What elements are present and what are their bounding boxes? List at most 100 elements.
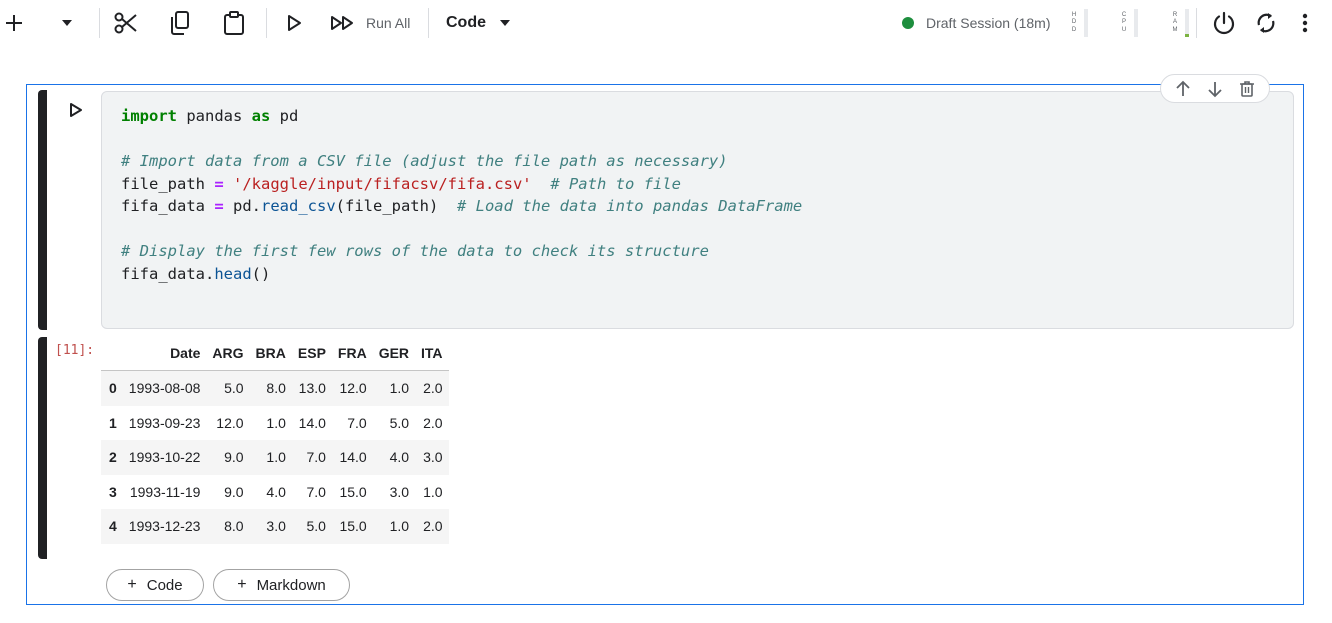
- delete-cell-button[interactable]: [1235, 77, 1259, 101]
- refresh-button[interactable]: [1252, 9, 1280, 37]
- chevron-down-icon: [500, 20, 510, 26]
- table-cell: 13.0: [298, 380, 326, 397]
- row-index: 0: [109, 380, 117, 397]
- row-index: 4: [109, 518, 117, 535]
- more-options-button[interactable]: [1294, 9, 1316, 37]
- dataframe-output: Date ARG BRA ESP FRA GER ITA 0 1993-08-0…: [101, 336, 449, 544]
- code-line-8: fifa_data.head(): [121, 264, 271, 283]
- table-row: 2 1993-10-22 9.0 1.0 7.0 14.0 4.0 3.0: [101, 440, 449, 475]
- plus-icon: +: [127, 576, 137, 593]
- move-down-icon: [1208, 81, 1222, 97]
- add-cell-button[interactable]: [2, 10, 26, 36]
- column-header: BRA: [249, 336, 292, 371]
- cell-type-select[interactable]: Code: [446, 9, 510, 37]
- row-index: 1: [109, 414, 117, 431]
- run-all-label: Run All: [366, 15, 411, 31]
- scissors-icon: [114, 12, 137, 34]
- move-cell-up-button[interactable]: [1171, 77, 1195, 101]
- code-token: =: [214, 197, 224, 215]
- play-icon: [288, 15, 301, 31]
- cell-input-collapser[interactable]: [38, 90, 47, 330]
- cpu-meter-label: CPU: [1121, 11, 1127, 33]
- table-cell: 7.0: [306, 449, 326, 466]
- table-cell: 9.0: [224, 449, 244, 466]
- run-cell-button[interactable]: [66, 100, 86, 120]
- execution-count: [11]:: [55, 343, 95, 358]
- table-cell: 15.0: [339, 483, 367, 500]
- table-cell: 3.0: [423, 449, 443, 466]
- add-code-cell-button[interactable]: + Code: [106, 569, 204, 601]
- column-header: [101, 336, 123, 371]
- run-cell-button[interactable]: [282, 11, 306, 35]
- session-status-dot: [902, 17, 914, 29]
- table-cell: 12.0: [339, 380, 367, 397]
- table-row: 1 1993-09-23 12.0 1.0 14.0 7.0 5.0 2.0: [101, 406, 449, 441]
- code-line-1: import pandas as pd: [121, 107, 299, 125]
- code-editor[interactable]: import pandas as pd # Import data from a…: [101, 91, 1294, 329]
- column-header: FRA: [331, 336, 373, 371]
- code-token: read_csv: [261, 197, 336, 215]
- table-cell: 1.0: [266, 449, 286, 466]
- code-token: '/kaggle/input/fifacsv/fifa.csv': [233, 174, 532, 193]
- session-status[interactable]: Draft Session (18m): [902, 11, 1050, 35]
- column-header: Date: [122, 336, 207, 371]
- hdd-meter-bar: [1084, 9, 1088, 37]
- fast-forward-icon: [331, 16, 353, 30]
- notebook-toolbar: Run All Code Draft Session (18m) HDD CPU…: [0, 0, 1332, 46]
- table-cell: 8.0: [266, 380, 286, 397]
- table-cell: 2.0: [423, 518, 443, 535]
- hdd-meter-label: HDD: [1071, 11, 1077, 33]
- add-markdown-cell-label: Markdown: [256, 576, 326, 594]
- more-vert-icon: [1302, 13, 1308, 33]
- code-line-3: # Import data from a CSV file (adjust th…: [121, 152, 728, 170]
- table-cell: 1993-11-19: [129, 483, 201, 500]
- table-cell: 9.0: [224, 483, 244, 500]
- column-header: ARG: [206, 336, 250, 371]
- table-cell: 1.0: [266, 414, 286, 431]
- copy-button[interactable]: [166, 9, 194, 37]
- code-token: as: [251, 107, 271, 125]
- cut-button[interactable]: [112, 9, 140, 37]
- cell-type-label: Code: [446, 14, 486, 31]
- add-cell-menu-button[interactable]: [56, 10, 78, 36]
- session-status-text: Draft Session (18m): [926, 15, 1051, 31]
- code-token: =: [214, 174, 224, 193]
- power-icon: [1213, 11, 1235, 35]
- power-button[interactable]: [1210, 9, 1238, 37]
- table-cell: 1.0: [423, 483, 443, 500]
- move-cell-down-button[interactable]: [1203, 77, 1227, 101]
- table-cell: 14.0: [339, 449, 367, 466]
- ram-meter[interactable]: RAM: [1171, 9, 1189, 37]
- code-source[interactable]: import pandas as pd # Import data from a…: [121, 105, 802, 285]
- copy-icon: [171, 11, 189, 35]
- ram-meter-fill: [1185, 34, 1189, 37]
- row-index: 2: [109, 449, 117, 466]
- cell-output-collapser[interactable]: [38, 337, 47, 559]
- code-token: # Path to file: [550, 174, 681, 193]
- table-cell: 5.0: [224, 380, 244, 397]
- delete-icon: [1240, 80, 1254, 97]
- hdd-meter[interactable]: HDD: [1070, 9, 1088, 37]
- table-row: 0 1993-08-08 5.0 8.0 13.0 12.0 1.0 2.0: [101, 370, 449, 406]
- table-cell: 1.0: [389, 380, 410, 397]
- dataframe-body: 0 1993-08-08 5.0 8.0 13.0 12.0 1.0 2.0 1…: [101, 370, 449, 544]
- table-cell: 1.0: [389, 518, 410, 535]
- cpu-meter-bar: [1134, 9, 1138, 37]
- cpu-meter[interactable]: CPU: [1120, 9, 1138, 37]
- table-row: 3 1993-11-19 9.0 4.0 7.0 15.0 3.0 1.0: [101, 475, 449, 510]
- table-cell: 7.0: [347, 414, 367, 431]
- table-cell: 1993-12-23: [128, 518, 201, 535]
- paste-button[interactable]: [220, 9, 248, 37]
- code-token: import: [121, 107, 177, 125]
- table-cell: 15.0: [339, 518, 367, 535]
- ram-meter-bar: [1185, 9, 1189, 37]
- play-outline-icon: [70, 103, 82, 117]
- add-markdown-cell-button[interactable]: + Markdown: [213, 569, 350, 601]
- run-all-button[interactable]: Run All: [330, 11, 410, 35]
- code-line-7: # Display the first few rows of the data…: [121, 242, 709, 260]
- toolbar-divider: [99, 8, 100, 38]
- dataframe-header-row: Date ARG BRA ESP FRA GER ITA: [101, 336, 449, 371]
- table-cell: 8.0: [224, 518, 244, 535]
- code-token: head: [214, 264, 252, 283]
- toolbar-divider: [266, 8, 267, 38]
